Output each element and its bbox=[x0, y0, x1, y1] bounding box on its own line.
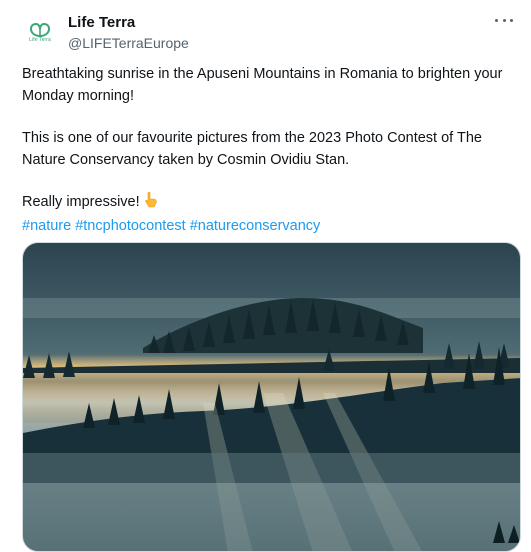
tweet: Life Terra Life Terra @LIFETerraEurope B… bbox=[0, 0, 531, 552]
tweet-paragraph-1: Breathtaking sunrise in the Apuseni Moun… bbox=[22, 66, 503, 104]
tweet-paragraph-2: This is one of our favourite pictures fr… bbox=[22, 130, 482, 168]
author-name[interactable]: Life Terra bbox=[68, 14, 135, 32]
ellipsis-dot bbox=[495, 18, 498, 22]
hashtag-natureconservancy[interactable]: #natureconservancy bbox=[190, 218, 321, 234]
hashtag-nature[interactable]: #nature bbox=[22, 218, 71, 234]
tweet-paragraph-3: Really impressive! bbox=[22, 191, 518, 216]
avatar[interactable]: Life Terra bbox=[20, 12, 60, 52]
tweet-photo[interactable] bbox=[22, 242, 521, 552]
tweet-paragraph-3-text: Really impressive! bbox=[22, 194, 140, 210]
ellipsis-dot bbox=[510, 18, 513, 22]
hashtags: #nature #tncphotocontest #natureconserva… bbox=[22, 216, 518, 238]
photo-misty-forest-icon bbox=[23, 243, 520, 551]
life-terra-logo-icon bbox=[29, 22, 51, 37]
avatar-logo-text: Life Terra bbox=[29, 36, 51, 43]
tweet-text: Breathtaking sunrise in the Apuseni Moun… bbox=[22, 64, 518, 237]
pointing-down-hand-icon bbox=[144, 191, 158, 216]
more-options-button[interactable] bbox=[493, 12, 515, 28]
ellipsis-dot bbox=[502, 18, 506, 22]
author-handle[interactable]: @LIFETerraEurope bbox=[68, 34, 189, 52]
hashtag-tncphotocontest[interactable]: #tncphotocontest bbox=[75, 218, 185, 234]
